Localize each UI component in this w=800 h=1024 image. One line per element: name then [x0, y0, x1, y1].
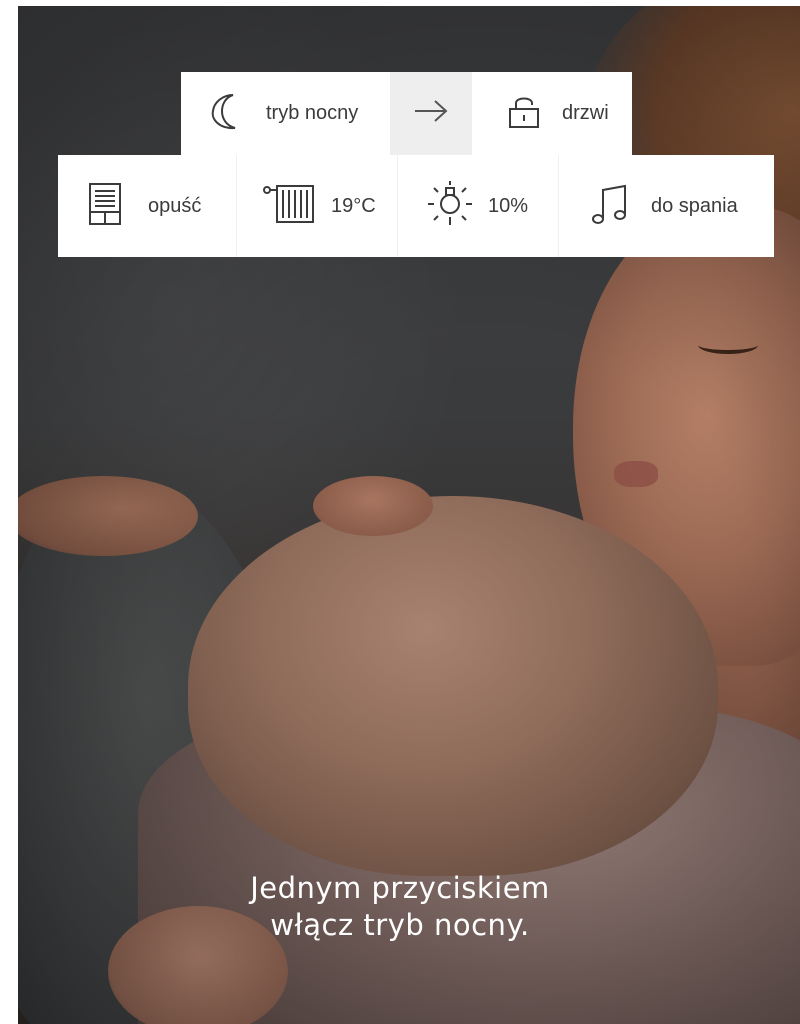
- light-tile[interactable]: 10%: [398, 155, 558, 257]
- blinds-label: opuść: [148, 194, 202, 217]
- door-tile[interactable]: drzwi: [472, 72, 632, 155]
- blinds-tile[interactable]: opuść: [58, 155, 236, 257]
- scene-trigger-panel: tryb nocny drzwi: [181, 72, 632, 155]
- padlock-icon: [508, 93, 540, 134]
- brightness-label: 10%: [488, 194, 529, 217]
- music-tile[interactable]: do spania: [559, 155, 773, 257]
- caption-line-1: Jednym przyciskiem: [250, 871, 550, 905]
- arrow-right-icon: [413, 99, 449, 128]
- scene-actions-panel: opuść 19°C 10% do spania: [58, 155, 774, 257]
- radiator-icon: [261, 182, 317, 231]
- lightbulb-icon: [426, 180, 474, 233]
- arrow-tile: [390, 72, 472, 155]
- caption-line-2: włącz tryb nocny.: [270, 908, 530, 942]
- music-note-icon: [591, 182, 629, 231]
- night-mode-label: tryb nocny: [266, 102, 359, 124]
- radiator-tile[interactable]: 19°C: [237, 155, 397, 257]
- music-label: do spania: [651, 194, 738, 217]
- door-label: drzwi: [562, 102, 609, 124]
- blinds-icon: [88, 182, 122, 231]
- night-mode-tile[interactable]: tryb nocny: [181, 72, 390, 155]
- moon-icon: [211, 91, 241, 136]
- temperature-label: 19°C: [331, 194, 376, 217]
